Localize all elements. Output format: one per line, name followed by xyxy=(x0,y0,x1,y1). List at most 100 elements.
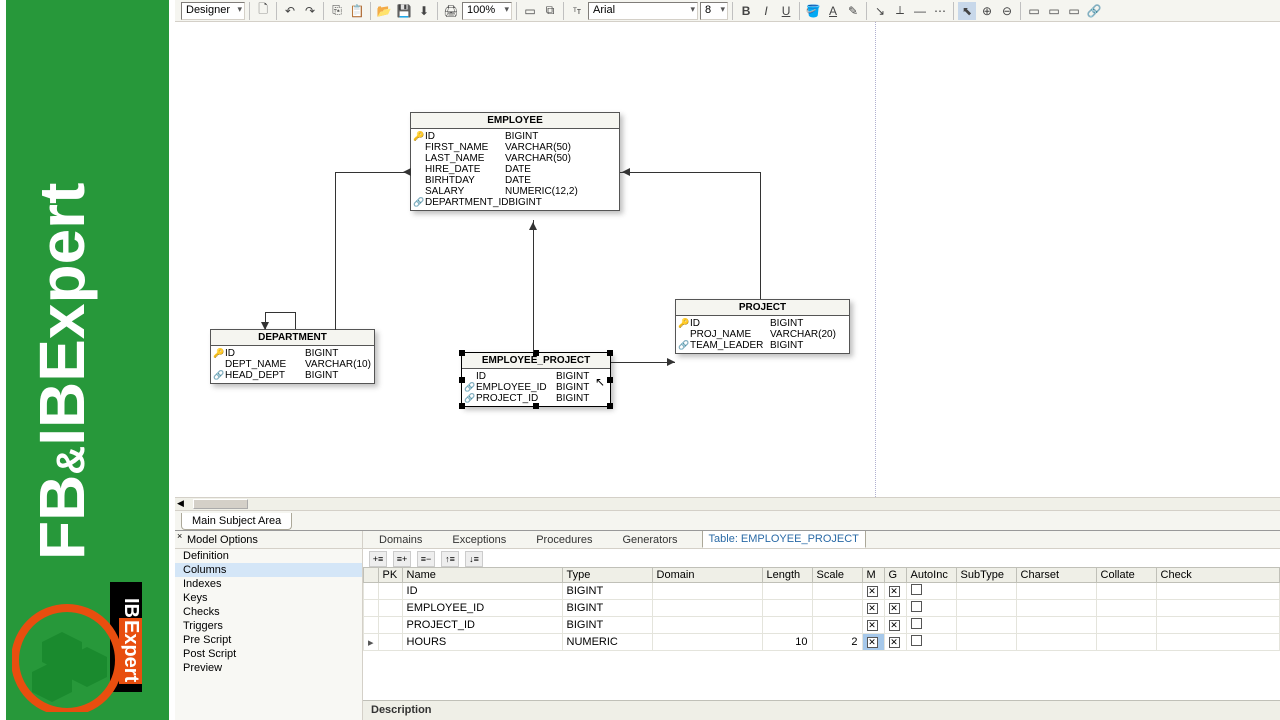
entity-field[interactable]: PROJ_NAMEVARCHAR(20) xyxy=(678,329,847,340)
redo-icon[interactable]: ↷ xyxy=(301,2,319,20)
grid-header[interactable]: G xyxy=(884,568,906,583)
entity-field[interactable]: DEPT_NAMEVARCHAR(10) xyxy=(213,359,372,370)
table-row[interactable]: EMPLOYEE_IDBIGINT xyxy=(364,600,1280,617)
scroll-thumb[interactable] xyxy=(193,499,248,509)
tab-generators[interactable]: Generators xyxy=(616,532,683,548)
side-item[interactable]: Indexes xyxy=(175,577,362,591)
entity-field[interactable]: 🔗DEPARTMENT_IDBIGINT xyxy=(413,197,617,208)
table-row[interactable]: ▸HOURSNUMERIC102 xyxy=(364,634,1280,651)
grid-header[interactable]: PK xyxy=(378,568,402,583)
down-col-icon[interactable]: ↓≡ xyxy=(465,551,483,567)
grid-header[interactable]: AutoInc xyxy=(906,568,956,583)
textcolor-icon[interactable]: A xyxy=(824,2,842,20)
grid-header[interactable]: Domain xyxy=(652,568,762,583)
table-row[interactable]: IDBIGINT xyxy=(364,583,1280,600)
zoomin-icon[interactable]: ⊕ xyxy=(978,2,996,20)
side-item[interactable]: Checks xyxy=(175,605,362,619)
grid-header[interactable]: SubType xyxy=(956,568,1016,583)
undo-icon[interactable]: ↶ xyxy=(281,2,299,20)
grid-header[interactable]: Length xyxy=(762,568,812,583)
grid-header[interactable]: Type xyxy=(562,568,652,583)
diagram-canvas[interactable]: EMPLOYEE 🔑IDBIGINTFIRST_NAMEVARCHAR(50)L… xyxy=(175,22,1280,497)
link-icon[interactable]: 🔗 xyxy=(1085,2,1103,20)
underline-icon[interactable]: U xyxy=(777,2,795,20)
side-item[interactable]: Preview xyxy=(175,661,362,675)
side-item[interactable]: Keys xyxy=(175,591,362,605)
font-dropdown[interactable]: Arial xyxy=(588,2,698,20)
entity-field[interactable]: 🔑IDBIGINT xyxy=(678,318,847,329)
save-icon[interactable]: 💾 xyxy=(395,2,413,20)
grid-header[interactable]: Scale xyxy=(812,568,862,583)
zoom-dropdown[interactable]: 100% xyxy=(462,2,512,20)
entity-field[interactable]: HIRE_DATEDATE xyxy=(413,164,617,175)
grid-header[interactable]: Charset xyxy=(1016,568,1096,583)
connector3-icon[interactable]: — xyxy=(911,2,929,20)
fontsize-dropdown[interactable]: 8 xyxy=(700,2,728,20)
connector4-icon[interactable]: ⋯ xyxy=(931,2,949,20)
entity-project[interactable]: PROJECT 🔑IDBIGINTPROJ_NAMEVARCHAR(20)🔗TE… xyxy=(675,299,850,354)
del-col-icon[interactable]: ≡− xyxy=(417,551,435,567)
panel-side: Model Options DefinitionColumnsIndexesKe… xyxy=(175,531,363,720)
tab-exceptions[interactable]: Exceptions xyxy=(446,532,512,548)
up-col-icon[interactable]: ↑≡ xyxy=(441,551,459,567)
entity-field[interactable]: BIRHTDAYDATE xyxy=(413,175,617,186)
designer-dropdown[interactable]: Designer xyxy=(181,2,245,20)
shape3-icon[interactable]: ▭ xyxy=(1065,2,1083,20)
add-col-icon[interactable]: +≡ xyxy=(369,551,387,567)
brand-text: FB&IBExpert xyxy=(25,183,99,560)
side-item[interactable]: Definition xyxy=(175,549,362,563)
columns-grid[interactable]: PKNameTypeDomainLengthScaleMGAutoIncSubT… xyxy=(363,567,1280,700)
connector1-icon[interactable]: ↘ xyxy=(871,2,889,20)
open-icon[interactable]: 📂 xyxy=(375,2,393,20)
bold-icon[interactable]: B xyxy=(737,2,755,20)
panel-side-list: DefinitionColumnsIndexesKeysChecksTrigge… xyxy=(175,549,362,675)
shape1-icon[interactable]: ▭ xyxy=(1025,2,1043,20)
grid-header[interactable]: Check xyxy=(1156,568,1279,583)
table-row[interactable]: PROJECT_IDBIGINT xyxy=(364,617,1280,634)
subject-tab[interactable]: Main Subject Area xyxy=(181,513,292,530)
tab-domains[interactable]: Domains xyxy=(373,532,428,548)
entity-field[interactable]: FIRST_NAMEVARCHAR(50) xyxy=(413,142,617,153)
side-item[interactable]: Columns xyxy=(175,563,362,577)
entity-employee[interactable]: EMPLOYEE 🔑IDBIGINTFIRST_NAMEVARCHAR(50)L… xyxy=(410,112,620,211)
side-item[interactable]: Triggers xyxy=(175,619,362,633)
saveas-icon[interactable]: ⬇ xyxy=(415,2,433,20)
ins-col-icon[interactable]: ≡+ xyxy=(393,551,411,567)
italic-icon[interactable]: I xyxy=(757,2,775,20)
print-icon[interactable]: 🖨 xyxy=(442,2,460,20)
grid-header[interactable] xyxy=(364,568,379,583)
entity-field[interactable]: SALARYNUMERIC(12,2) xyxy=(413,186,617,197)
tab-table[interactable]: Table: EMPLOYEE_PROJECT xyxy=(702,531,866,548)
brand-logo: IBExpert xyxy=(12,582,152,712)
copy-icon[interactable]: ⎘ xyxy=(328,2,346,20)
entity-field[interactable]: 🔑IDBIGINT xyxy=(213,348,372,359)
grid-header[interactable]: Collate xyxy=(1096,568,1156,583)
pointer-icon[interactable]: ⬉ xyxy=(958,2,976,20)
entity-field[interactable]: 🔗TEAM_LEADERBIGINT xyxy=(678,340,847,351)
grid-header[interactable]: M xyxy=(862,568,884,583)
entity-field[interactable]: 🔗HEAD_DEPTBIGINT xyxy=(213,370,372,381)
entity-title: PROJECT xyxy=(676,300,849,316)
h-scrollbar[interactable]: ◀ xyxy=(175,497,1280,510)
entity-field[interactable]: 🔑IDBIGINT xyxy=(413,131,617,142)
side-item[interactable]: Pre Script xyxy=(175,633,362,647)
grid-header[interactable]: Name xyxy=(402,568,562,583)
fill-icon[interactable]: 🪣 xyxy=(804,2,822,20)
zoomout-icon[interactable]: ⊖ xyxy=(998,2,1016,20)
tab-model-options[interactable]: Model Options xyxy=(187,534,258,546)
close-panel-icon[interactable]: × xyxy=(177,531,187,541)
connector2-icon[interactable]: ⟂ xyxy=(891,2,909,20)
side-item[interactable]: Post Script xyxy=(175,647,362,661)
new-icon[interactable]: 🗋 xyxy=(254,2,272,20)
layers-icon[interactable]: ⧉ xyxy=(541,2,559,20)
color-icon[interactable]: ▭ xyxy=(521,2,539,20)
entity-department[interactable]: DEPARTMENT 🔑IDBIGINTDEPT_NAMEVARCHAR(10)… xyxy=(210,329,375,384)
entity-field[interactable]: 🔗EMPLOYEE_IDBIGINT xyxy=(464,382,608,393)
entity-field[interactable]: IDBIGINT xyxy=(464,371,608,382)
entity-employee-project[interactable]: EMPLOYEE_PROJECT IDBIGINT🔗EMPLOYEE_IDBIG… xyxy=(461,352,611,407)
entity-field[interactable]: LAST_NAMEVARCHAR(50) xyxy=(413,153,617,164)
highlight-icon[interactable]: ✎ xyxy=(844,2,862,20)
shape2-icon[interactable]: ▭ xyxy=(1045,2,1063,20)
paste-icon[interactable]: 📋 xyxy=(348,2,366,20)
tab-procedures[interactable]: Procedures xyxy=(530,532,598,548)
